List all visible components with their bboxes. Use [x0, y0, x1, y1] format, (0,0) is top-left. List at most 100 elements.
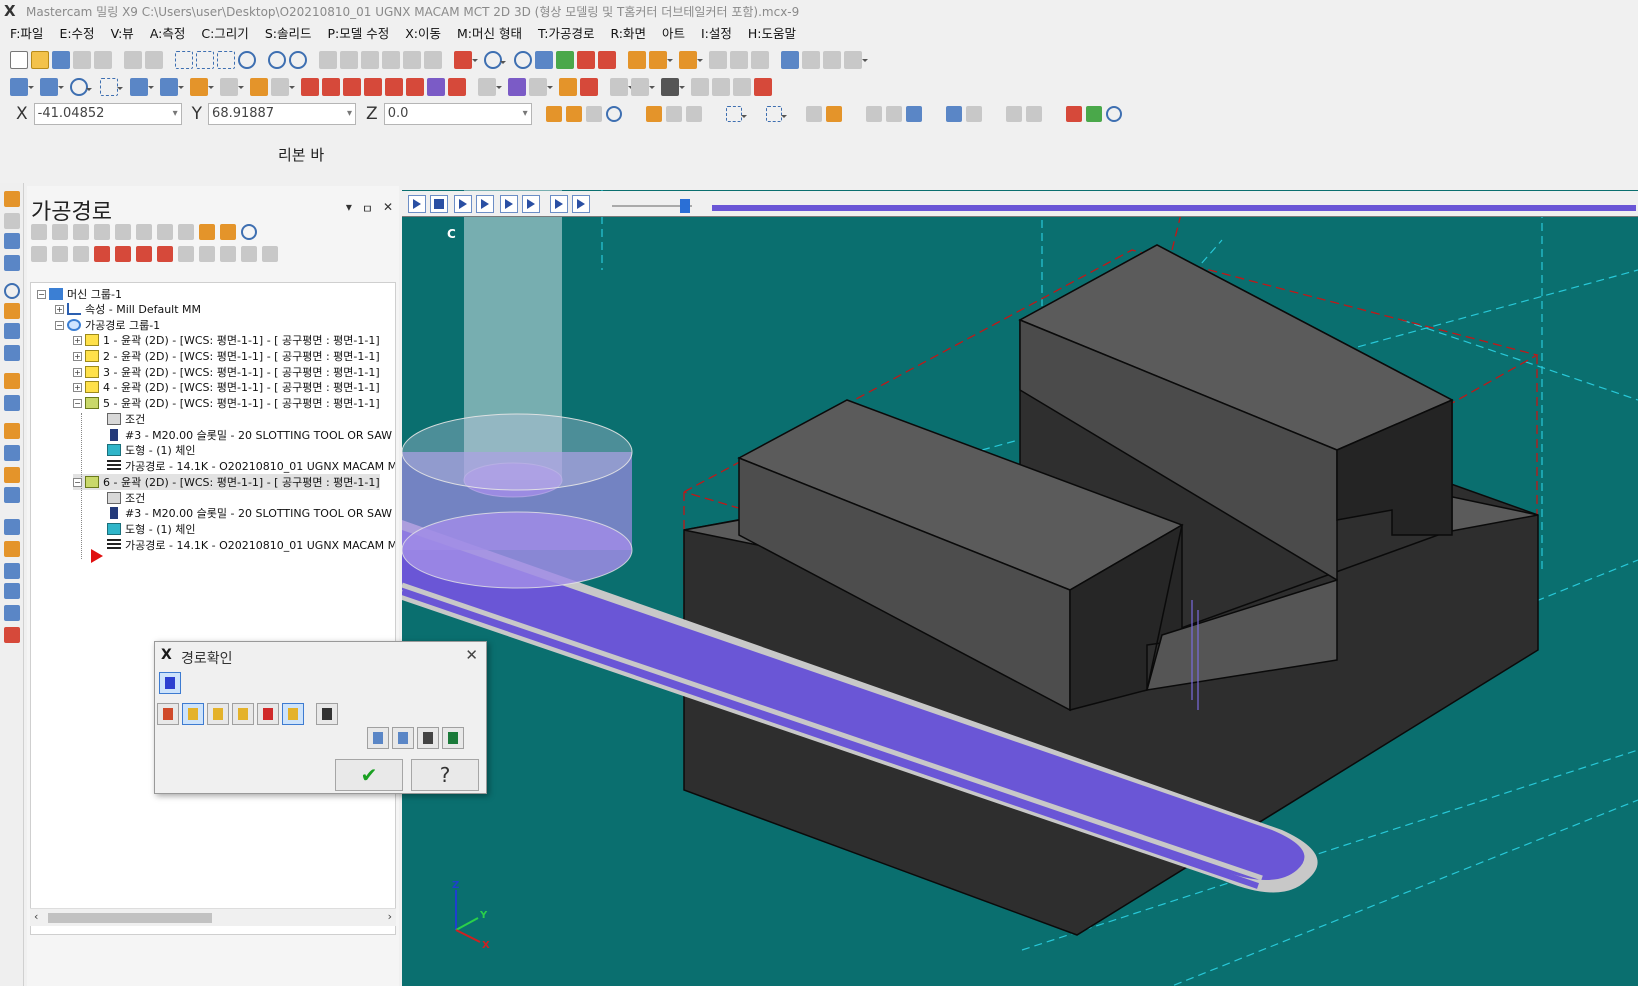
face-select-icon[interactable] [865, 106, 882, 122]
undo-select-icon[interactable] [965, 106, 982, 122]
display-tool-icon[interactable] [572, 195, 590, 213]
print-icon[interactable] [73, 51, 91, 69]
redo-icon[interactable] [145, 51, 163, 69]
menu-edit[interactable]: E:수정 [59, 24, 94, 46]
translucent-icon[interactable] [577, 51, 595, 69]
delete-icon[interactable] [271, 78, 295, 96]
tool-settings-icon[interactable] [262, 246, 278, 262]
step-forward-button[interactable] [522, 195, 540, 213]
zoom-target-icon[interactable] [238, 51, 256, 69]
zoom-window-icon[interactable] [217, 51, 235, 69]
collapse-icon[interactable]: − [37, 289, 46, 299]
sphere-icon[interactable] [514, 51, 532, 69]
fast-point-icon[interactable] [545, 106, 562, 122]
group-icon[interactable] [529, 78, 553, 96]
analyze-icon[interactable] [709, 51, 727, 69]
new-file-icon[interactable] [10, 51, 28, 69]
save-icon[interactable] [52, 51, 70, 69]
menu-create[interactable]: C:그리기 [201, 24, 248, 46]
verify-ops-icon[interactable] [136, 224, 152, 240]
zoom-in-icon[interactable] [268, 51, 286, 69]
chart-a-icon[interactable] [691, 78, 709, 96]
scrollbar-thumb[interactable] [48, 913, 212, 923]
refresh-icon[interactable] [157, 703, 179, 725]
menu-toolpaths[interactable]: T:가공경로 [538, 24, 594, 46]
xform-offset-icon[interactable] [385, 78, 403, 96]
scroll-left-icon[interactable]: ‹ [34, 910, 38, 923]
scroll-to-arrow-icon[interactable] [157, 246, 173, 262]
print-preview-icon[interactable] [94, 51, 112, 69]
toolpath-blend-icon[interactable] [4, 467, 20, 483]
rectangle-icon[interactable] [100, 78, 123, 96]
hidden-line-icon[interactable] [598, 51, 616, 69]
undo-icon[interactable] [124, 51, 142, 69]
menu-art[interactable]: 아트 [662, 24, 685, 46]
toolpath-chamfer-icon[interactable] [4, 445, 20, 461]
forward-button[interactable] [500, 195, 518, 213]
panel-pin-icon[interactable]: ㅁ [362, 200, 373, 217]
holder-toggle-icon[interactable] [207, 703, 229, 725]
toolpath-helix-icon[interactable] [4, 345, 20, 361]
rewind-button[interactable] [476, 195, 494, 213]
toolpath-circle-icon[interactable] [4, 283, 20, 299]
menu-screen[interactable]: R:화면 [610, 24, 646, 46]
tree-op-2[interactable]: + 2 - 윤곽 (2D) - [WCS: 평면-1-1] - [ 공구평면 :… [73, 348, 380, 364]
shaded-edges-icon[interactable] [556, 51, 574, 69]
post-icon[interactable] [199, 224, 215, 240]
line-icon[interactable] [40, 78, 64, 96]
toolpath-contour-icon[interactable] [4, 191, 20, 207]
tree-op-6-geometry[interactable]: 도형 - (1) 체인 [107, 521, 196, 537]
quick-verify-icon[interactable] [367, 727, 389, 749]
collapse-icon[interactable]: − [55, 320, 64, 330]
tree-op-6-tool[interactable]: #3 - M20.00 슬롯밀 - 20 SLOTTING TOOL OR SA… [107, 505, 392, 521]
trim-icon[interactable] [250, 78, 268, 96]
tree-machine-group[interactable]: − 머신 그룹-1 [37, 286, 122, 302]
tree-op-4[interactable]: + 4 - 윤곽 (2D) - [WCS: 평면-1-1] - [ 공구평면 :… [73, 379, 380, 395]
tool-info-toggle-icon[interactable] [232, 703, 254, 725]
toolpath-tree[interactable]: − 머신 그룹-1 + 속성 - Mill Default MM − 가공경로 … [30, 282, 396, 935]
tree-horizontal-scrollbar[interactable]: ‹ › [30, 908, 396, 926]
select-all-icon[interactable] [645, 106, 662, 122]
surface-icon[interactable] [220, 78, 244, 96]
toolpath-pocket-icon[interactable] [4, 233, 20, 249]
dynamic-rotate-icon[interactable] [340, 51, 358, 69]
xform-stretch-icon[interactable] [406, 78, 424, 96]
toggle-display-icon[interactable] [52, 246, 68, 262]
select-all-ops-icon[interactable] [31, 224, 47, 240]
toolpath-info-icon[interactable] [220, 246, 236, 262]
view-front-icon[interactable] [382, 51, 400, 69]
verify-icon[interactable] [1005, 106, 1022, 122]
point-icon[interactable] [10, 78, 34, 96]
multi-verify-icon[interactable] [392, 727, 414, 749]
tree-op-3[interactable]: + 3 - 윤곽 (2D) - [WCS: 평면-1-1] - [ 공구평면 :… [73, 364, 380, 380]
hatch-icon[interactable] [580, 78, 598, 96]
tree-op-5-tool[interactable]: #3 - M20.00 슬롯밀 - 20 SLOTTING TOOL OR SA… [107, 427, 392, 443]
menu-settings[interactable]: I:설정 [701, 24, 732, 46]
track-toolpath-icon[interactable] [550, 195, 568, 213]
view-top-icon[interactable] [361, 51, 379, 69]
tree-op-6-parameters[interactable]: 조건 [107, 490, 145, 506]
deselect-ops-icon[interactable] [52, 224, 68, 240]
solid-select-icon[interactable] [825, 106, 842, 122]
toolpath-slot-icon[interactable] [4, 323, 20, 339]
toolpath-scallop-icon[interactable] [4, 605, 20, 621]
scroll-right-icon[interactable]: › [388, 910, 392, 923]
graphics-viewport[interactable]: C Z Y X [402, 190, 1638, 986]
menu-help[interactable]: H:도움말 [748, 24, 796, 46]
lock-icon[interactable] [31, 246, 47, 262]
expand-icon[interactable]: + [73, 351, 82, 361]
insert-arrow-icon[interactable] [136, 246, 152, 262]
g1-post-icon[interactable] [178, 224, 194, 240]
y-coordinate-input[interactable]: 68.91887 [208, 103, 357, 125]
rapid-toggle-icon[interactable] [257, 703, 279, 725]
move-down-icon[interactable] [94, 246, 110, 262]
sigma-icon[interactable] [823, 51, 841, 69]
move-up-icon[interactable] [115, 246, 131, 262]
camera-icon[interactable] [417, 727, 439, 749]
zoom-out-icon[interactable] [289, 51, 307, 69]
grid-icon[interactable] [508, 78, 526, 96]
back-face-icon[interactable] [945, 106, 962, 122]
playback-progress-track[interactable] [712, 205, 1636, 211]
menu-solids[interactable]: S:솔리드 [265, 24, 312, 46]
info-icon[interactable] [316, 703, 338, 725]
